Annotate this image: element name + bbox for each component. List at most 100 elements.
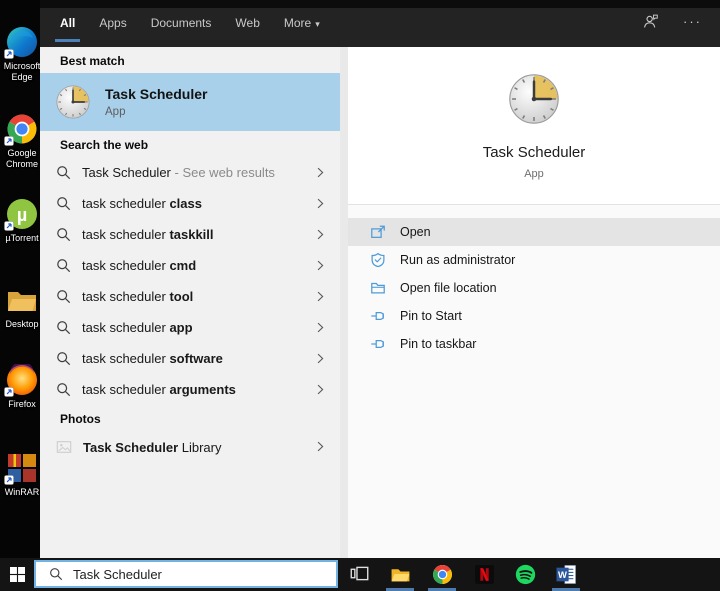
search-icon — [56, 289, 71, 304]
pin-icon — [370, 336, 386, 352]
chrome-icon — [6, 113, 38, 145]
desktop-shortcut-firefox[interactable]: Firefox — [2, 364, 42, 410]
desktop-icon-label: Desktop — [5, 319, 39, 329]
search-suggestion[interactable]: task scheduler class — [40, 188, 340, 219]
search-icon — [56, 258, 71, 273]
chevron-right-icon[interactable] — [317, 322, 324, 333]
tab-all[interactable]: All — [54, 16, 81, 42]
search-icon — [56, 351, 71, 366]
taskbar-spotify[interactable] — [515, 564, 536, 585]
pin-icon — [370, 308, 386, 324]
action-run-as-administrator[interactable]: Run as administrator — [348, 246, 720, 274]
search-icon — [56, 196, 71, 211]
action-list: Open Run as administrator Open file loca… — [348, 218, 720, 358]
search-suggestion[interactable]: task scheduler taskkill — [40, 219, 340, 250]
action-pin-to-taskbar[interactable]: Pin to taskbar — [348, 330, 720, 358]
start-button[interactable] — [0, 558, 35, 591]
chevron-right-icon[interactable] — [317, 198, 324, 209]
best-match-header: Best match — [60, 54, 125, 68]
search-suggestion[interactable]: task scheduler software — [40, 343, 340, 374]
netflix-icon — [474, 564, 495, 585]
search-icon — [56, 227, 71, 242]
utorrent-icon: µ — [6, 198, 38, 230]
desktop-icon-label: µTorrent — [5, 233, 39, 243]
action-open[interactable]: Open — [348, 218, 720, 246]
search-flyout-window: All Apps Documents Web More ▾ ··· Best ma… — [40, 0, 720, 558]
edge-icon — [6, 26, 38, 58]
search-suggestion[interactable]: task scheduler tool — [40, 281, 340, 312]
shortcut-arrow-icon — [4, 136, 14, 146]
search-icon — [56, 382, 71, 397]
chevron-right-icon[interactable] — [317, 353, 324, 364]
chevron-right-icon[interactable] — [317, 167, 324, 178]
best-match-title: Task Scheduler — [105, 86, 208, 102]
taskbar-search-input[interactable]: Task Scheduler — [34, 560, 338, 588]
search-suggestion[interactable]: task scheduler arguments — [40, 374, 340, 405]
search-input-value: Task Scheduler — [73, 566, 162, 582]
admin-shield-icon — [370, 252, 386, 268]
chevron-down-icon: ▾ — [315, 19, 320, 29]
task-scheduler-clock-icon — [55, 84, 91, 120]
desktop-shortcut-chrome[interactable]: Google Chrome — [2, 113, 42, 169]
desktop-shortcut-utorrent[interactable]: µ µTorrent — [2, 198, 42, 244]
shortcut-arrow-icon — [4, 387, 14, 397]
search-suggestion[interactable]: Task Scheduler - See web results — [40, 157, 340, 188]
desktop-folder-desktop[interactable]: Desktop — [2, 284, 42, 330]
shortcut-arrow-icon — [4, 49, 14, 59]
best-match-result[interactable]: Task Scheduler App — [40, 73, 340, 131]
search-web-header: Search the web — [60, 138, 149, 152]
tab-documents[interactable]: Documents — [151, 16, 212, 30]
desktop-icon-label: Microsoft Edge — [3, 61, 41, 82]
search-icon — [56, 165, 71, 180]
preview-panel: Task Scheduler App Open Run as administr… — [348, 47, 720, 558]
search-icon — [49, 567, 63, 581]
chevron-right-icon[interactable] — [317, 291, 324, 302]
chrome-icon — [432, 564, 453, 585]
shortcut-arrow-icon — [4, 475, 14, 485]
results-panel: Best match Task Scheduler App Search the… — [40, 47, 340, 558]
app-subtitle: App — [524, 168, 544, 180]
options-ellipsis-icon[interactable]: ··· — [683, 15, 702, 28]
svg-text:µ: µ — [17, 205, 27, 225]
search-suggestion[interactable]: task scheduler cmd — [40, 250, 340, 281]
desktop-shortcut-edge[interactable]: Microsoft Edge — [2, 26, 42, 82]
filter-tabs: All Apps Documents Web More ▾ — [40, 0, 720, 42]
user-account-icon[interactable] — [642, 13, 659, 30]
taskbar-file-explorer[interactable] — [390, 564, 411, 585]
photo-icon — [56, 439, 72, 455]
action-open-file-location[interactable]: Open file location — [348, 274, 720, 302]
taskbar-chrome[interactable] — [432, 564, 453, 585]
shortcut-arrow-icon — [4, 221, 14, 231]
search-icon — [56, 320, 71, 335]
spotify-icon — [515, 564, 536, 585]
task-scheduler-clock-icon — [507, 72, 561, 126]
taskbar-netflix[interactable] — [474, 564, 495, 585]
task-view-icon — [350, 564, 369, 583]
photos-header: Photos — [60, 412, 101, 426]
chevron-right-icon[interactable] — [317, 441, 324, 452]
open-window-icon — [370, 224, 386, 240]
chevron-right-icon[interactable] — [317, 384, 324, 395]
chevron-right-icon[interactable] — [317, 260, 324, 271]
search-suggestion[interactable]: task scheduler app — [40, 312, 340, 343]
taskbar-word[interactable] — [556, 564, 577, 585]
desktop-icon-label: Firefox — [8, 399, 36, 409]
task-view-button[interactable] — [350, 564, 371, 585]
winrar-icon — [6, 452, 38, 484]
taskbar: Task Scheduler — [0, 558, 720, 591]
folder-icon — [6, 284, 38, 316]
search-filter-header: All Apps Documents Web More ▾ ··· — [40, 0, 720, 47]
best-match-subtitle: App — [105, 106, 126, 118]
desktop-shortcut-winrar[interactable]: WinRAR — [2, 452, 42, 498]
photos-result[interactable]: Task Scheduler Library — [40, 431, 340, 463]
folder-location-icon — [370, 280, 386, 296]
tab-apps[interactable]: Apps — [99, 16, 126, 30]
action-pin-to-start[interactable]: Pin to Start — [348, 302, 720, 330]
word-icon — [556, 564, 577, 585]
chevron-right-icon[interactable] — [317, 229, 324, 240]
tab-web[interactable]: Web — [235, 16, 259, 30]
app-title: Task Scheduler — [482, 144, 586, 161]
tab-more[interactable]: More ▾ — [284, 16, 320, 30]
app-preview-card: Task Scheduler App — [348, 47, 720, 205]
desktop-icon-label: WinRAR — [4, 487, 40, 497]
